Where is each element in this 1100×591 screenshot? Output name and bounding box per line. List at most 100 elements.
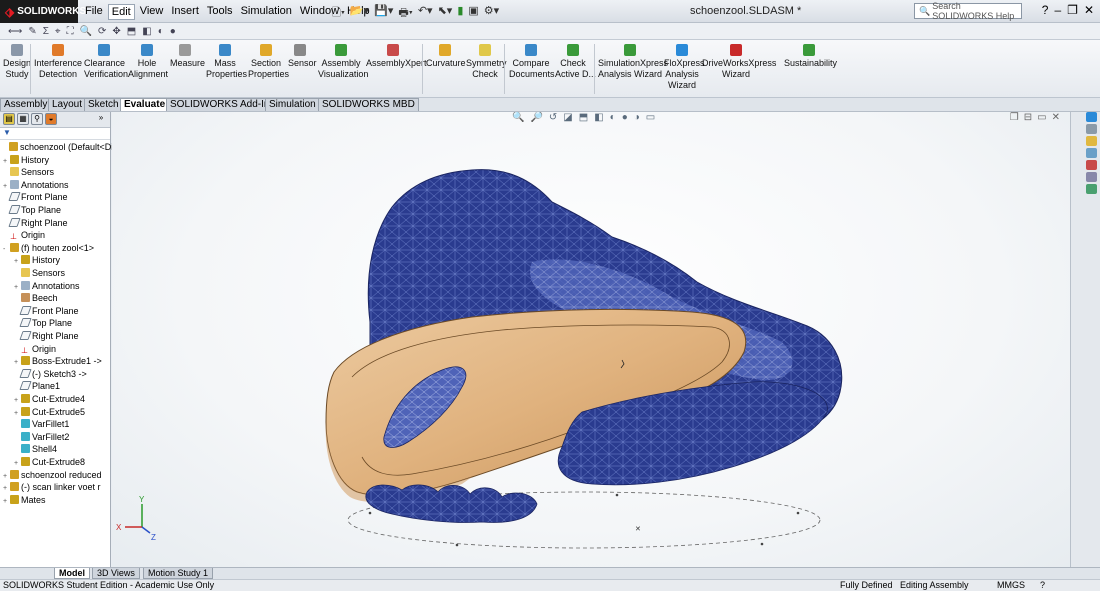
display-style-icon[interactable]: ◧ <box>594 112 603 123</box>
sum-icon[interactable]: Σ <box>43 26 49 37</box>
tree-node[interactable]: VarFillet2 <box>14 431 69 443</box>
menu-insert[interactable]: Insert <box>168 4 202 20</box>
menu-simulation[interactable]: Simulation <box>238 4 295 20</box>
tree-node[interactable]: VarFillet1 <box>14 418 69 430</box>
propertymanager-tab-icon[interactable]: ▦ <box>17 113 29 125</box>
apply-scene-icon[interactable]: ◑ <box>634 112 640 123</box>
tree-node[interactable]: + (-) scan linker voet r <box>3 481 101 493</box>
sketch-icon[interactable]: ✎ <box>28 26 36 37</box>
tree-node[interactable]: + Mates <box>3 494 46 506</box>
menu-edit[interactable]: Edit <box>107 4 135 20</box>
section-view-icon[interactable]: ◪ <box>563 112 572 123</box>
zoom-to-area-icon[interactable]: 🔎 <box>530 112 542 123</box>
file-properties-icon[interactable]: ▣ <box>468 4 478 23</box>
pan-icon[interactable]: ✥ <box>112 26 120 37</box>
help-icon[interactable]: ? <box>1042 3 1049 17</box>
cmd-measure-button[interactable]: Measure <box>170 42 205 69</box>
new-icon[interactable]: 🗋▾ <box>332 4 345 23</box>
cmd-section-properties-button[interactable]: Section Properties <box>248 42 289 80</box>
appearance-icon[interactable]: ● <box>170 26 176 37</box>
view-palette-icon[interactable] <box>1086 148 1097 158</box>
tree-node[interactable]: ⊥ Origin <box>14 343 56 355</box>
cmd-design-study-button[interactable]: Design Study <box>2 42 32 80</box>
bottom-tab-model[interactable]: Model <box>54 568 90 579</box>
tree-node[interactable]: + schoenzool reduced <box>3 469 102 481</box>
status-units[interactable]: MMGS <box>997 580 1025 591</box>
viewport-close-icon[interactable]: ✕ <box>1052 112 1060 123</box>
menu-tools[interactable]: Tools <box>204 4 236 20</box>
tree-node[interactable]: schoenzool (Default<Di <box>2 141 113 153</box>
collapse-panel-icon[interactable]: » <box>95 113 107 125</box>
cmd-check-button[interactable]: Check Active D... <box>555 42 596 80</box>
sketch-point-1[interactable] <box>615 493 619 497</box>
cmd-symmetry-button[interactable]: Symmetry Check <box>466 42 507 80</box>
display-style-icon[interactable]: ◧ <box>142 26 151 37</box>
filter-icon[interactable]: ▼ <box>3 128 11 137</box>
menu-view[interactable]: View <box>137 4 167 20</box>
tree-node[interactable]: Front Plane <box>3 191 68 203</box>
open-icon[interactable]: 📂▾ <box>350 4 369 23</box>
tree-node[interactable]: Top Plane <box>3 204 61 216</box>
zoom-area-icon[interactable]: 🔍 <box>80 26 92 37</box>
tab-assembly[interactable]: Assembly <box>0 98 52 111</box>
graphics-area[interactable]: 🔍 🔎 ↺ ◪ ⬒ ◧ ◐ ● ◑ ▭ ❐ ⊟ ▭ ✕ ✕ Y X Z <box>112 112 1070 567</box>
tree-node[interactable]: Beech <box>14 292 58 304</box>
tree-node[interactable]: Sensors <box>3 166 54 178</box>
tree-node[interactable]: (-) Sketch3 -> <box>14 368 87 380</box>
cmd-driveworks-button[interactable]: DriveWorksXpress Wizard <box>702 42 776 80</box>
tree-node[interactable]: + Annotations <box>3 179 69 191</box>
tree-node[interactable]: + Cut-Extrude4 <box>14 393 85 405</box>
cmd-compare-button[interactable]: Compare Documents <box>509 42 555 80</box>
model-canvas[interactable]: ✕ Y X Z <box>112 112 1070 567</box>
tab-simulation[interactable]: Simulation <box>265 98 320 111</box>
menu-file[interactable]: File <box>82 4 106 20</box>
viewport-max-icon[interactable]: ▭ <box>1037 112 1046 123</box>
viewport-tile-icon[interactable]: ⊟ <box>1024 112 1032 123</box>
tree-node[interactable]: + Cut-Extrude8 <box>14 456 85 468</box>
tab-evaluate[interactable]: Evaluate <box>120 98 170 111</box>
reference-icon[interactable]: ⌖ <box>55 26 61 37</box>
tree-node[interactable]: + History <box>3 154 49 166</box>
select-icon[interactable]: ⬉▾ <box>438 4 453 23</box>
tree-node[interactable]: Top Plane <box>14 317 72 329</box>
rebuild-icon[interactable]: ▮ <box>457 4 463 23</box>
cmd-curvature-button[interactable]: Curvature <box>426 42 466 69</box>
expand-toggle-icon[interactable]: + <box>3 496 10 508</box>
rotate-icon[interactable]: ⟳ <box>98 26 106 37</box>
cmd-mass-properties-button[interactable]: Mass Properties <box>206 42 247 80</box>
bottom-tab-motion-study-1[interactable]: Motion Study 1 <box>143 568 214 579</box>
tree-node[interactable]: Right Plane <box>3 217 68 229</box>
filter-row[interactable]: ▼ <box>0 128 110 140</box>
status-help-icon[interactable]: ? <box>1040 580 1045 591</box>
smart-dimension-icon[interactable]: ⟷ <box>8 26 22 37</box>
file-explorer-icon[interactable] <box>1086 136 1097 146</box>
sketch-point-3[interactable] <box>368 511 372 515</box>
sketch-point-2[interactable] <box>796 511 800 515</box>
expand-toggle-icon[interactable]: - <box>3 244 10 256</box>
cmd-interference-button[interactable]: Interference Detection <box>34 42 82 80</box>
solidworks-forum-icon[interactable] <box>1086 184 1097 194</box>
cmd-assemblyxpert-button[interactable]: AssemblyXpert <box>366 42 427 69</box>
tree-node[interactable]: - (f) houten zool<1> <box>3 242 94 254</box>
zoom-fit-icon[interactable]: ⛶ <box>67 26 74 37</box>
cmd-hole-alignment-button[interactable]: Hole Alignment <box>128 42 168 80</box>
solidworks-logo[interactable]: ⬗ SOLIDWORKS <box>0 0 86 23</box>
tree-node[interactable]: Front Plane <box>14 305 79 317</box>
tab-solidworks-mbd[interactable]: SOLIDWORKS MBD <box>318 98 419 111</box>
toes-mesh[interactable] <box>365 484 538 523</box>
cmd-clearance-button[interactable]: Clearance Verification <box>84 42 128 80</box>
featuremanager-tab-icon[interactable]: ▤ <box>3 113 15 125</box>
sketch-point-5[interactable] <box>760 542 764 546</box>
appearances-icon[interactable] <box>1086 160 1097 170</box>
hide-show-icon[interactable]: ◐ <box>158 26 164 37</box>
cmd-sustainability-button[interactable]: Sustainability <box>784 42 837 69</box>
cmd-floxpress-button[interactable]: FloXpress Analysis Wizard <box>664 42 705 91</box>
tree-node[interactable]: Plane1 <box>14 380 60 392</box>
tab-sketch[interactable]: Sketch <box>84 98 123 111</box>
options-icon[interactable]: ⚙▾ <box>484 4 499 23</box>
previous-view-icon[interactable]: ↺ <box>549 112 557 123</box>
tree-node[interactable]: + Cut-Extrude5 <box>14 406 85 418</box>
tree-node[interactable]: ⊥ Origin <box>3 229 45 241</box>
displaymanager-tab-icon[interactable]: ◒ <box>45 113 57 125</box>
tree-node[interactable]: Shell4 <box>14 443 57 455</box>
